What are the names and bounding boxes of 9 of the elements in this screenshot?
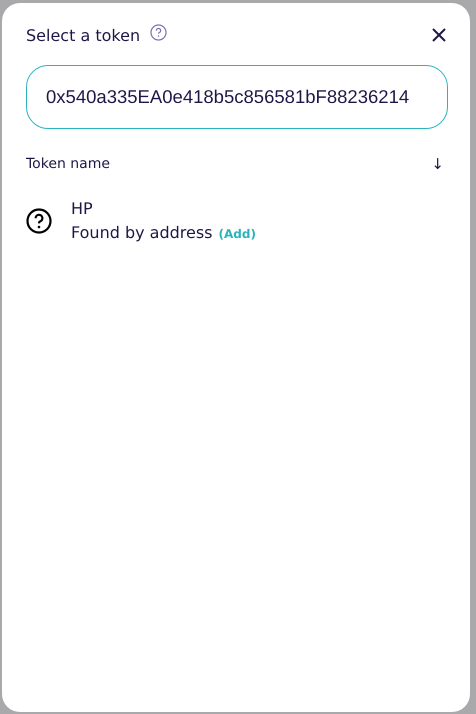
token-symbol: HP	[71, 199, 94, 218]
close-button[interactable]	[432, 28, 446, 42]
token-note: Found by address	[71, 223, 213, 242]
search-field[interactable]: 0x540a335EA0e418b5c856581bF88236214	[26, 65, 448, 129]
question-icon	[26, 208, 52, 234]
column-header[interactable]: Token name	[26, 156, 110, 172]
help-icon[interactable]	[150, 24, 168, 40]
dialog-title: Select a token	[26, 26, 140, 44]
sort-button[interactable]: ↓	[427, 155, 448, 173]
